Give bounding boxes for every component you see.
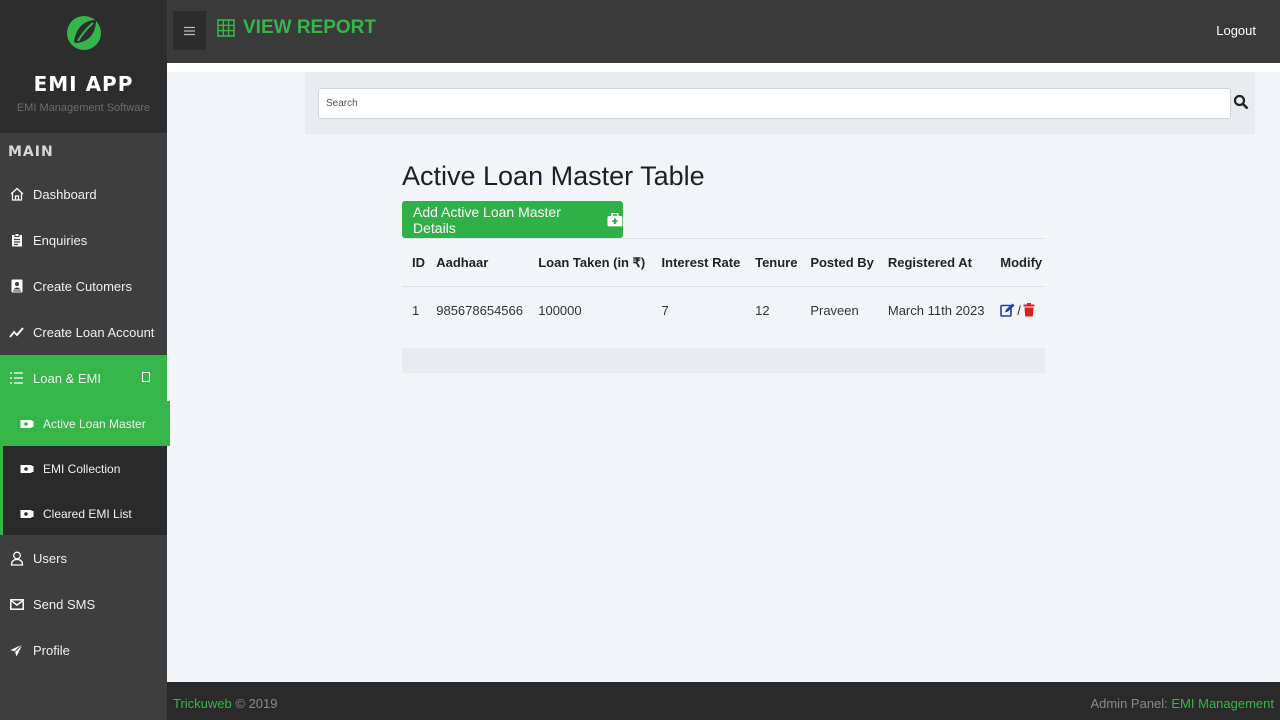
id-card-icon — [8, 278, 25, 295]
top-divider — [167, 63, 1280, 72]
table-row: 1 985678654566 100000 7 12 Praveen March… — [402, 287, 1045, 334]
envelope-icon — [8, 596, 25, 613]
edit-icon[interactable] — [1000, 303, 1015, 318]
sidebar-item-label: Create Loan Account — [33, 324, 155, 340]
footer-admin-panel: Admin Panel: EMI Management — [1090, 696, 1274, 711]
cell-loan-taken: 100000 — [538, 302, 582, 318]
sidebar-item-enquiries[interactable]: Enquiries — [0, 217, 167, 263]
submenu-item-cleared-emi-list[interactable]: Cleared EMI List — [3, 491, 170, 536]
table-footer-bar — [402, 348, 1045, 373]
cell-tenure: 12 — [755, 302, 770, 318]
paper-plane-icon — [8, 642, 25, 659]
sidebar-item-label: Create Cutomers — [33, 278, 132, 294]
briefcase-medical-icon — [607, 212, 623, 226]
sidebar-item-label: Profile — [33, 642, 70, 658]
sidebar-item-users[interactable]: Users — [0, 535, 167, 581]
home-icon — [8, 186, 25, 203]
clipboard-icon — [8, 232, 25, 249]
cell-registered-at: March 11th 2023 — [887, 302, 985, 318]
search-icon[interactable] — [1233, 94, 1249, 110]
logout-link[interactable]: Logout — [1216, 23, 1256, 38]
leaf-logo-icon — [67, 16, 101, 50]
add-button-label: Add Active Loan Master Details — [413, 203, 561, 236]
sidebar-item-dashboard[interactable]: Dashboard — [0, 171, 167, 217]
user-icon — [8, 550, 25, 567]
cell-id: 1 — [412, 302, 420, 318]
column-header: Loan Taken (in ₹) — [528, 238, 652, 287]
submenu-item-label: Cleared EMI List — [43, 506, 132, 521]
footer-credit-link[interactable]: Trickuweb — [173, 696, 232, 711]
sidebar-item-profile[interactable]: Profile — [0, 627, 167, 673]
brand-title: EMI APP — [33, 72, 134, 96]
modify-actions: / — [1000, 303, 1045, 318]
cell-aadhaar: 985678654566 — [436, 302, 523, 318]
sidebar-item-label: Dashboard — [33, 186, 97, 202]
loan-master-table: ID Aadhaar Loan Taken (in ₹) Interest Ra… — [402, 238, 1045, 334]
cell-posted-by: Praveen — [810, 302, 859, 318]
money-icon — [20, 509, 34, 518]
submenu-item-active-loan-master[interactable]: Active Loan Master — [3, 401, 170, 446]
page-title: VIEW REPORT — [243, 17, 377, 38]
money-icon — [20, 464, 34, 473]
sidebar-item-send-sms[interactable]: Send SMS — [0, 581, 167, 627]
search-input[interactable] — [318, 88, 1231, 119]
table-title: Active Loan Master Table — [402, 161, 705, 191]
sidebar-item-label: Users — [33, 550, 67, 566]
add-active-loan-button[interactable]: Add Active Loan Master Details — [402, 201, 623, 238]
sidebar-item-label: Enquiries — [33, 232, 88, 248]
footer: Trickuweb © 2019 Admin Panel: EMI Manage… — [167, 682, 1280, 720]
brand: EMI APP EMI Management Software — [0, 0, 167, 133]
table-header-row: ID Aadhaar Loan Taken (in ₹) Interest Ra… — [402, 238, 1045, 287]
section-label: MAIN — [8, 144, 54, 160]
column-header: Interest Rate — [651, 238, 746, 287]
sidebar-footer — [0, 682, 167, 720]
chevron-down-icon — [142, 372, 150, 382]
column-header: Posted By — [800, 238, 878, 287]
chart-line-icon — [8, 324, 25, 341]
submenu-item-emi-collection[interactable]: EMI Collection — [3, 446, 170, 491]
sidebar-item-loan-emi[interactable]: Loan & EMI — [0, 355, 167, 401]
sidebar-item-label: Send SMS — [33, 596, 96, 612]
search-bar — [167, 72, 1280, 134]
sidebar-item-create-loan-account[interactable]: Create Loan Account — [0, 309, 167, 355]
footer-admin-label: Admin Panel: — [1090, 696, 1172, 711]
action-separator: / — [1017, 302, 1021, 318]
hamburger-icon — [184, 26, 195, 35]
table-icon — [217, 19, 235, 37]
footer-copyright: © 2019 — [231, 696, 278, 711]
brand-subtitle: EMI Management Software — [16, 102, 151, 114]
column-header: ID — [402, 238, 427, 287]
submenu-item-label: EMI Collection — [43, 461, 121, 476]
sidebar: EMI APP EMI Management Software MAIN Das… — [0, 0, 170, 682]
menu-toggle-button[interactable] — [173, 11, 206, 50]
footer-credit: Trickuweb © 2019 — [173, 696, 278, 711]
delete-icon[interactable] — [1023, 303, 1035, 317]
column-header: Aadhaar — [426, 238, 529, 287]
page-heading: VIEW REPORT — [217, 17, 376, 39]
footer-admin-link[interactable]: EMI Management — [1171, 696, 1274, 711]
column-header: Modify — [990, 238, 1045, 287]
money-icon — [20, 419, 34, 428]
column-header: Registered At — [877, 238, 991, 287]
submenu-item-label: Active Loan Master — [43, 416, 146, 431]
search-container — [305, 72, 1255, 134]
cell-interest-rate: 7 — [661, 302, 669, 318]
top-bar: VIEW REPORT Logout — [167, 0, 1280, 63]
sidebar-item-create-customers[interactable]: Create Cutomers — [0, 263, 167, 309]
submenu-loan-emi: Active Loan Master EMI Collection Cleare… — [0, 401, 170, 536]
list-icon — [8, 370, 25, 387]
sidebar-item-label: Loan & EMI — [33, 370, 101, 386]
column-header: Tenure — [745, 238, 801, 287]
cell-modify: / — [990, 287, 1045, 334]
